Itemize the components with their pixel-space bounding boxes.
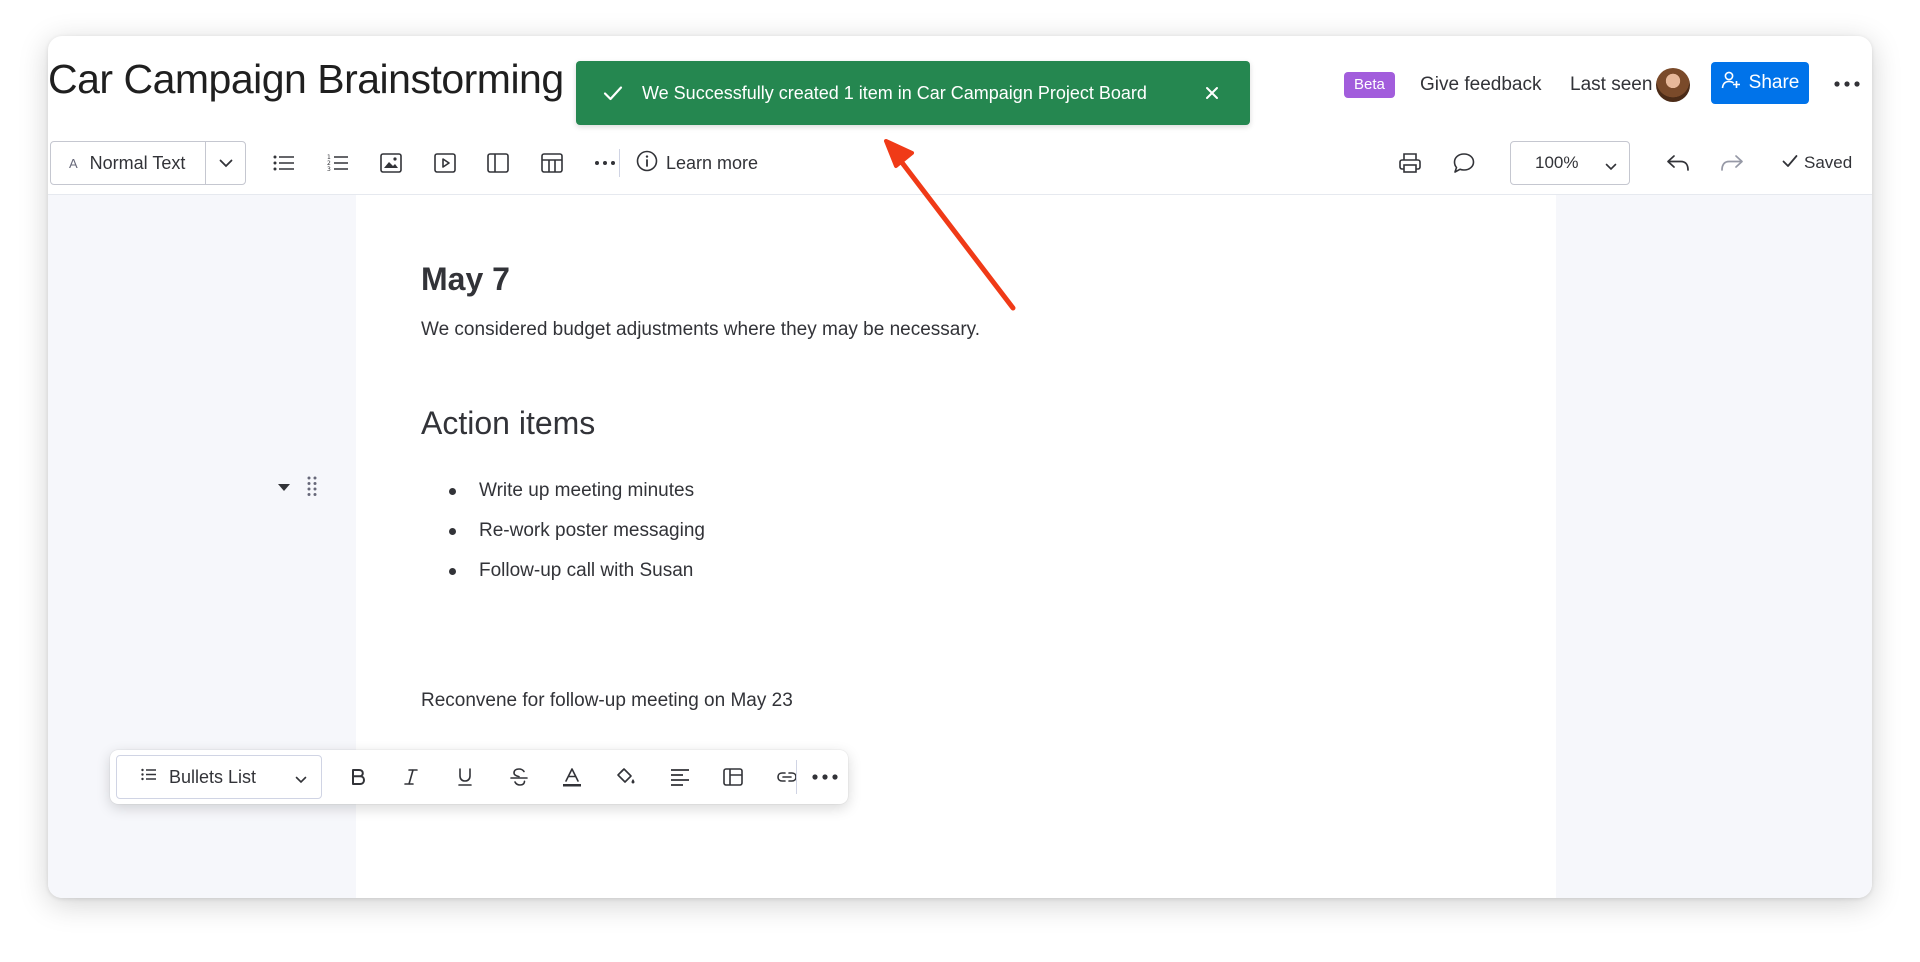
underline-icon[interactable] xyxy=(451,763,479,791)
learn-more-link[interactable]: Learn more xyxy=(636,149,758,177)
avatar[interactable] xyxy=(1656,68,1690,102)
comment-icon[interactable] xyxy=(1450,149,1478,177)
collapse-caret-icon[interactable] xyxy=(276,480,292,496)
add-user-icon xyxy=(1721,70,1741,96)
block-type-label: Bullets List xyxy=(169,766,257,787)
image-icon[interactable] xyxy=(377,149,405,177)
align-left-icon[interactable] xyxy=(666,763,694,791)
saved-label: Saved xyxy=(1804,153,1853,172)
document-canvas: May 7 We considered budget adjustments w… xyxy=(48,195,1872,898)
layout-icon[interactable] xyxy=(484,149,512,177)
italic-icon[interactable] xyxy=(397,763,425,791)
undo-icon[interactable] xyxy=(1664,149,1692,177)
saved-status: Saved xyxy=(1782,149,1852,177)
learn-more-label: Learn more xyxy=(666,152,759,173)
list-item[interactable]: Follow-up call with Susan xyxy=(446,551,705,591)
date-heading[interactable]: May 7 xyxy=(421,261,510,298)
list-item[interactable]: Re-work poster messaging xyxy=(446,511,705,551)
info-icon xyxy=(636,150,658,177)
bold-icon[interactable] xyxy=(344,763,372,791)
chevron-down-icon xyxy=(295,771,307,789)
svg-text:3: 3 xyxy=(327,166,331,173)
text-color-icon[interactable] xyxy=(558,763,586,791)
editor-toolbar: A Normal Text 123 Learn more 100% Saved xyxy=(48,139,1872,195)
bulleted-list-icon[interactable] xyxy=(270,149,298,177)
zoom-select[interactable]: 100% xyxy=(1510,141,1630,185)
strikethrough-icon[interactable] xyxy=(505,763,533,791)
highlight-color-icon[interactable] xyxy=(612,763,640,791)
block-layout-icon[interactable] xyxy=(719,763,747,791)
print-icon[interactable] xyxy=(1396,149,1424,177)
more-options-icon[interactable] xyxy=(1832,70,1862,98)
drag-handle-icon[interactable] xyxy=(306,475,318,497)
paragraph-budget[interactable]: We considered budget adjustments where t… xyxy=(421,319,980,341)
share-button[interactable]: Share xyxy=(1711,62,1809,104)
action-items-heading[interactable]: Action items xyxy=(421,405,595,442)
numbered-list-icon[interactable]: 123 xyxy=(324,149,352,177)
paragraph-reconvene[interactable]: Reconvene for follow-up meeting on May 2… xyxy=(421,690,793,712)
floating-format-toolbar: Bullets List xyxy=(110,750,848,804)
chevron-down-icon[interactable] xyxy=(206,142,246,184)
app-window: Car Campaign Brainstorming We Successful… xyxy=(48,36,1872,898)
table-icon[interactable] xyxy=(538,149,566,177)
bulleted-list-icon xyxy=(141,768,157,786)
close-toast-icon[interactable] xyxy=(1200,81,1224,105)
video-icon[interactable] xyxy=(431,149,459,177)
toast-message: We Successfully created 1 item in Car Ca… xyxy=(642,82,1147,103)
checkmark-icon xyxy=(1782,153,1798,173)
action-items-list: Write up meeting minutes Re-work poster … xyxy=(446,471,705,591)
zoom-value: 100% xyxy=(1535,153,1579,172)
text-style-label: Normal Text xyxy=(89,152,186,173)
share-label: Share xyxy=(1748,72,1800,93)
success-toast: We Successfully created 1 item in Car Ca… xyxy=(576,61,1250,125)
list-item[interactable]: Write up meeting minutes xyxy=(446,471,705,511)
last-seen-label[interactable]: Last seen xyxy=(1570,74,1652,96)
more-format-options-icon[interactable] xyxy=(811,763,839,791)
redo-icon[interactable] xyxy=(1718,149,1746,177)
block-type-dropdown[interactable]: Bullets List xyxy=(116,755,322,799)
beta-badge: Beta xyxy=(1344,72,1395,98)
text-style-icon: A xyxy=(69,155,78,171)
give-feedback-link[interactable]: Give feedback xyxy=(1420,74,1541,96)
document-title[interactable]: Car Campaign Brainstorming xyxy=(48,56,564,103)
chevron-down-icon xyxy=(1605,156,1617,176)
more-tools-icon[interactable] xyxy=(591,149,619,177)
checkmark-icon xyxy=(602,80,628,106)
text-style-dropdown[interactable]: A Normal Text xyxy=(50,141,246,185)
